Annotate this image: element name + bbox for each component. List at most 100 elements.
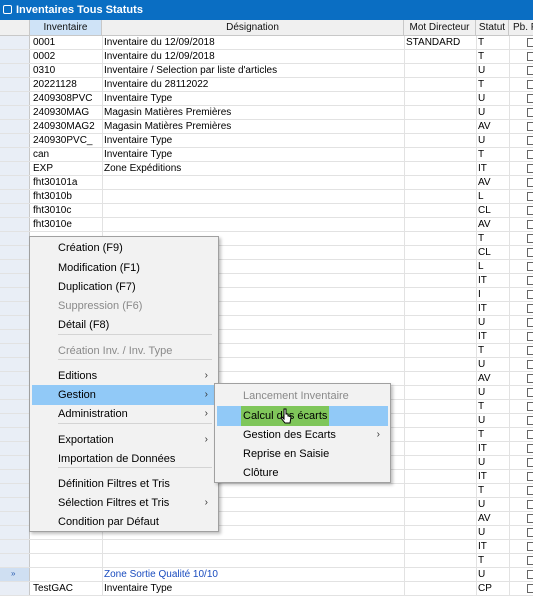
row-indicator[interactable]	[0, 442, 30, 455]
row-indicator[interactable]	[0, 330, 30, 343]
table-row[interactable]: TestGAC Inventaire Type CP	[0, 582, 533, 596]
column-header-designation[interactable]: Désignation	[102, 20, 404, 35]
menu-item[interactable]: Importation de Données	[32, 449, 216, 469]
row-indicator[interactable]	[0, 302, 30, 315]
row-indicator[interactable]	[0, 358, 30, 371]
pb-checkbox[interactable]	[527, 136, 533, 145]
pb-checkbox[interactable]	[527, 472, 533, 481]
pb-checkbox[interactable]	[527, 528, 533, 537]
row-indicator[interactable]	[0, 176, 30, 189]
menu-item[interactable]: Exportation ›	[32, 430, 216, 450]
row-indicator[interactable]	[0, 316, 30, 329]
table-row[interactable]: fht3010b L	[0, 190, 533, 204]
row-indicator[interactable]	[0, 512, 30, 525]
pb-checkbox[interactable]	[527, 276, 533, 285]
pb-checkbox[interactable]	[527, 248, 533, 257]
row-indicator[interactable]	[0, 246, 30, 259]
pb-checkbox[interactable]	[527, 206, 533, 215]
row-indicator[interactable]	[0, 344, 30, 357]
column-header-mot-directeur[interactable]: Mot Directeur	[404, 20, 476, 35]
column-header-inventaire[interactable]: Inventaire	[30, 20, 102, 35]
pb-checkbox[interactable]	[527, 402, 533, 411]
row-indicator[interactable]	[0, 400, 30, 413]
row-indicator[interactable]	[0, 148, 30, 161]
row-indicator[interactable]	[0, 36, 30, 49]
row-indicator[interactable]	[0, 78, 30, 91]
menu-item[interactable]: Administration ›	[32, 404, 216, 424]
row-indicator[interactable]	[0, 484, 30, 497]
pb-checkbox[interactable]	[527, 360, 533, 369]
row-indicator[interactable]	[0, 386, 30, 399]
table-row[interactable]: fht3010c CL	[0, 204, 533, 218]
pb-checkbox[interactable]	[527, 80, 533, 89]
row-indicator[interactable]	[0, 428, 30, 441]
menu-item[interactable]: Condition par Défaut	[32, 512, 216, 532]
table-row[interactable]: can Inventaire Type T	[0, 148, 533, 162]
pb-checkbox[interactable]	[527, 262, 533, 271]
pb-checkbox[interactable]	[527, 94, 533, 103]
row-indicator[interactable]	[0, 470, 30, 483]
table-row[interactable]: fht30101a AV	[0, 176, 533, 190]
submenu-item[interactable]: Reprise en Saisie	[217, 444, 388, 464]
menu-item[interactable]: Gestion ›	[32, 385, 216, 405]
submenu-item[interactable]: Clôture	[217, 463, 388, 483]
table-row[interactable]: 0002 Inventaire du 12/09/2018 T	[0, 50, 533, 64]
table-row[interactable]: T	[0, 554, 533, 568]
row-indicator[interactable]	[0, 414, 30, 427]
row-indicator[interactable]	[0, 190, 30, 203]
pb-checkbox[interactable]	[527, 332, 533, 341]
row-indicator[interactable]	[0, 554, 30, 567]
menu-item[interactable]: Duplication (F7)	[32, 277, 216, 297]
menu-item[interactable]: Création Inv. / Inv. Type	[32, 341, 216, 361]
table-row[interactable]: 0310 Inventaire / Selection par liste d'a…	[0, 64, 533, 78]
pb-checkbox[interactable]	[527, 388, 533, 397]
pb-checkbox[interactable]	[527, 52, 533, 61]
pb-checkbox[interactable]	[527, 458, 533, 467]
pb-checkbox[interactable]	[527, 108, 533, 117]
row-indicator[interactable]	[0, 274, 30, 287]
row-indicator[interactable]	[0, 232, 30, 245]
menu-item[interactable]: Suppression (F6)	[32, 296, 216, 316]
pb-checkbox[interactable]	[527, 430, 533, 439]
pb-checkbox[interactable]	[527, 584, 533, 593]
pb-checkbox[interactable]	[527, 346, 533, 355]
pb-checkbox[interactable]	[527, 150, 533, 159]
row-indicator[interactable]	[0, 134, 30, 147]
table-row[interactable]: 2409308PVC Inventaire Type U	[0, 92, 533, 106]
table-row[interactable]: » Zone Sortie Qualité 10/10 U	[0, 568, 533, 582]
row-indicator[interactable]	[0, 456, 30, 469]
pb-checkbox[interactable]	[527, 220, 533, 229]
menu-item[interactable]: Editions ›	[32, 366, 216, 386]
pb-checkbox[interactable]	[527, 444, 533, 453]
table-row[interactable]: 240930MAG Magasin Matières Premières U	[0, 106, 533, 120]
table-row[interactable]: fht3010e AV	[0, 218, 533, 232]
table-row[interactable]: 0001 Inventaire du 12/09/2018 STANDARD T	[0, 36, 533, 50]
row-indicator[interactable]	[0, 372, 30, 385]
table-row[interactable]: 240930MAG2 Magasin Matières Premières AV	[0, 120, 533, 134]
row-indicator[interactable]: »	[0, 568, 30, 581]
row-indicator[interactable]	[0, 162, 30, 175]
row-indicator[interactable]	[0, 218, 30, 231]
pb-checkbox[interactable]	[527, 318, 533, 327]
menu-item[interactable]: Création (F9)	[32, 238, 216, 258]
row-indicator[interactable]	[0, 204, 30, 217]
pb-checkbox[interactable]	[527, 122, 533, 131]
pb-checkbox[interactable]	[527, 304, 533, 313]
pb-checkbox[interactable]	[527, 486, 533, 495]
row-indicator[interactable]	[0, 92, 30, 105]
row-indicator[interactable]	[0, 498, 30, 511]
pb-checkbox[interactable]	[527, 66, 533, 75]
pb-checkbox[interactable]	[527, 290, 533, 299]
pb-checkbox[interactable]	[527, 38, 533, 47]
row-indicator[interactable]	[0, 260, 30, 273]
row-indicator[interactable]	[0, 120, 30, 133]
pb-checkbox[interactable]	[527, 514, 533, 523]
row-indicator[interactable]	[0, 64, 30, 77]
pb-checkbox[interactable]	[527, 542, 533, 551]
row-indicator[interactable]	[0, 106, 30, 119]
row-indicator[interactable]	[0, 526, 30, 539]
header-corner[interactable]	[0, 20, 30, 35]
pb-checkbox[interactable]	[527, 500, 533, 509]
table-row[interactable]: EXP Zone Expéditions IT	[0, 162, 533, 176]
submenu-item[interactable]: Gestion des Ecarts ›	[217, 425, 388, 445]
